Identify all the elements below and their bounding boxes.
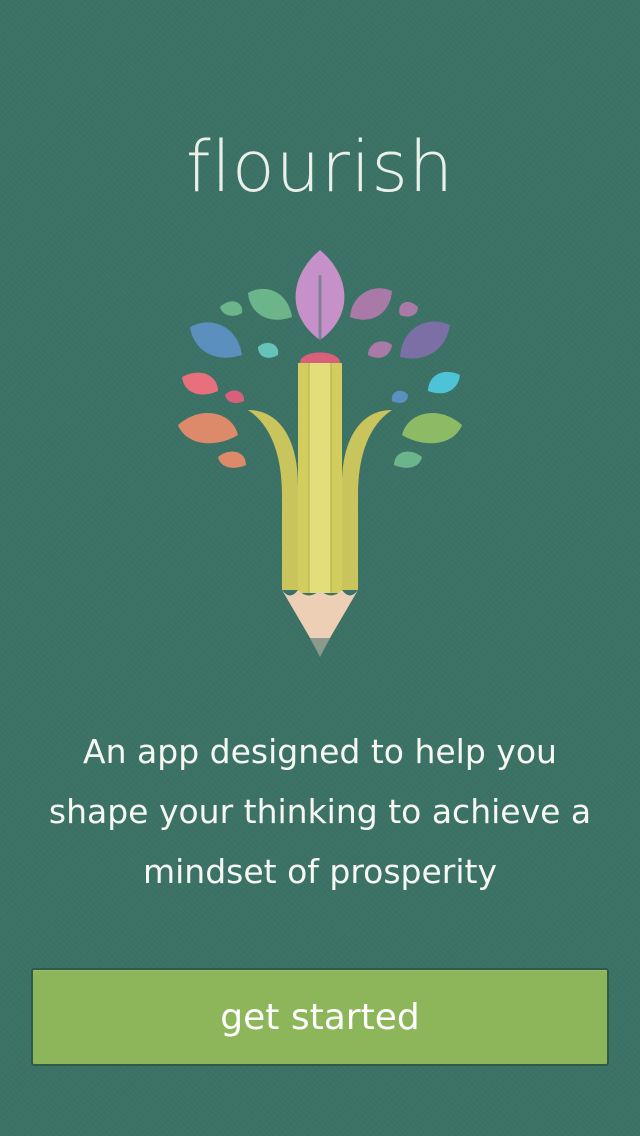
welcome-screen: flourish An app designed to help you sha…: [0, 0, 640, 1136]
tagline-line: An app designed to help you: [83, 732, 557, 771]
get-started-button[interactable]: get started: [31, 968, 609, 1066]
pencil-tree-icon: [178, 250, 462, 657]
tagline-line: shape your thinking to achieve a: [48, 792, 592, 831]
tagline-line: mindset of prosperity: [142, 852, 498, 891]
app-title: flourish: [185, 126, 455, 208]
app-description: An app designed to help you shape your t…: [40, 722, 600, 902]
